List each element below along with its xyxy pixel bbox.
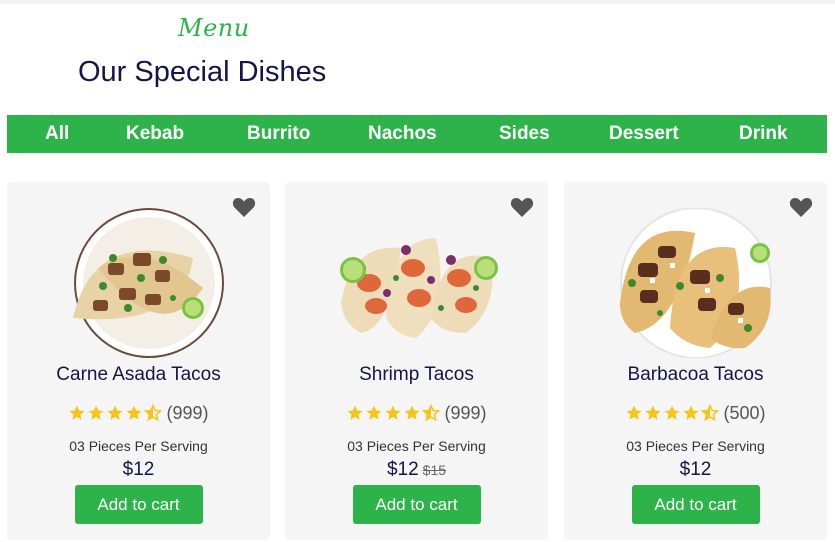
star-icon xyxy=(683,405,699,420)
star-icon xyxy=(645,405,661,420)
star-icon xyxy=(404,405,420,420)
rating-stars xyxy=(346,404,441,422)
dish-image-carne-asada xyxy=(72,208,224,358)
page-title: Our Special Dishes xyxy=(78,56,327,88)
category-kebab[interactable]: Kebab xyxy=(126,115,184,153)
dish-rating: (999) xyxy=(285,402,548,424)
dish-image-shrimp xyxy=(339,238,498,338)
star-icon xyxy=(664,405,680,420)
star-icon xyxy=(366,405,382,420)
star-icon xyxy=(385,405,401,420)
price: $12 xyxy=(386,459,419,480)
add-to-cart-button[interactable]: Add to cart xyxy=(74,485,203,524)
dish-image-barbacoa xyxy=(619,208,772,358)
star-icon xyxy=(107,405,123,420)
star-half-icon xyxy=(422,404,441,422)
star-half-icon xyxy=(144,404,163,422)
category-dessert[interactable]: Dessert xyxy=(609,115,679,153)
add-to-cart-button[interactable]: Add to cart xyxy=(352,485,481,524)
category-nachos[interactable]: Nachos xyxy=(368,115,437,153)
review-count: (999) xyxy=(166,402,209,423)
review-count: (500) xyxy=(723,402,766,423)
category-sides[interactable]: Sides xyxy=(499,115,550,153)
heart-icon[interactable] xyxy=(789,196,813,218)
rating-stars xyxy=(68,404,163,422)
heart-icon[interactable] xyxy=(232,196,256,218)
price: $12 xyxy=(122,459,155,480)
category-all[interactable]: All xyxy=(45,115,69,153)
section-subtitle: Menu xyxy=(178,14,250,42)
star-icon xyxy=(126,405,142,420)
star-icon xyxy=(626,405,642,420)
category-drink[interactable]: Drink xyxy=(739,115,788,153)
price-row: $12 $15 xyxy=(285,459,548,481)
dish-rating: (999) xyxy=(7,402,270,424)
category-burrito[interactable]: Burrito xyxy=(247,115,310,153)
dish-name: Barbacoa Tacos xyxy=(627,364,764,385)
dish-name: Shrimp Tacos xyxy=(359,364,474,385)
add-to-cart-button[interactable]: Add to cart xyxy=(631,485,760,524)
price: $12 xyxy=(679,459,712,480)
price-row: $12 xyxy=(564,459,827,481)
top-divider xyxy=(0,0,835,4)
star-icon xyxy=(88,405,104,420)
original-price: $15 xyxy=(422,462,447,478)
star-icon xyxy=(69,405,85,420)
dish-card-shrimp: Shrimp Tacos (999) 03 Pieces Per Serving… xyxy=(285,182,548,540)
serving-info: 03 Pieces Per Serving xyxy=(626,438,765,454)
serving-info: 03 Pieces Per Serving xyxy=(69,438,208,454)
price-row: $12 xyxy=(7,459,270,481)
dish-card-barbacoa: Barbacoa Tacos (500) 03 Pieces Per Servi… xyxy=(564,182,827,540)
star-icon xyxy=(347,405,363,420)
category-nav: All Kebab Burrito Nachos Sides Dessert D… xyxy=(7,115,827,153)
rating-stars xyxy=(625,404,720,422)
serving-info: 03 Pieces Per Serving xyxy=(347,438,486,454)
heart-icon[interactable] xyxy=(510,196,534,218)
star-half-icon xyxy=(701,404,720,422)
dish-name: Carne Asada Tacos xyxy=(56,364,221,385)
dish-rating: (500) xyxy=(564,402,827,424)
dish-card-carne-asada: Carne Asada Tacos (999) 03 Pieces Per Se… xyxy=(7,182,270,540)
review-count: (999) xyxy=(444,402,487,423)
